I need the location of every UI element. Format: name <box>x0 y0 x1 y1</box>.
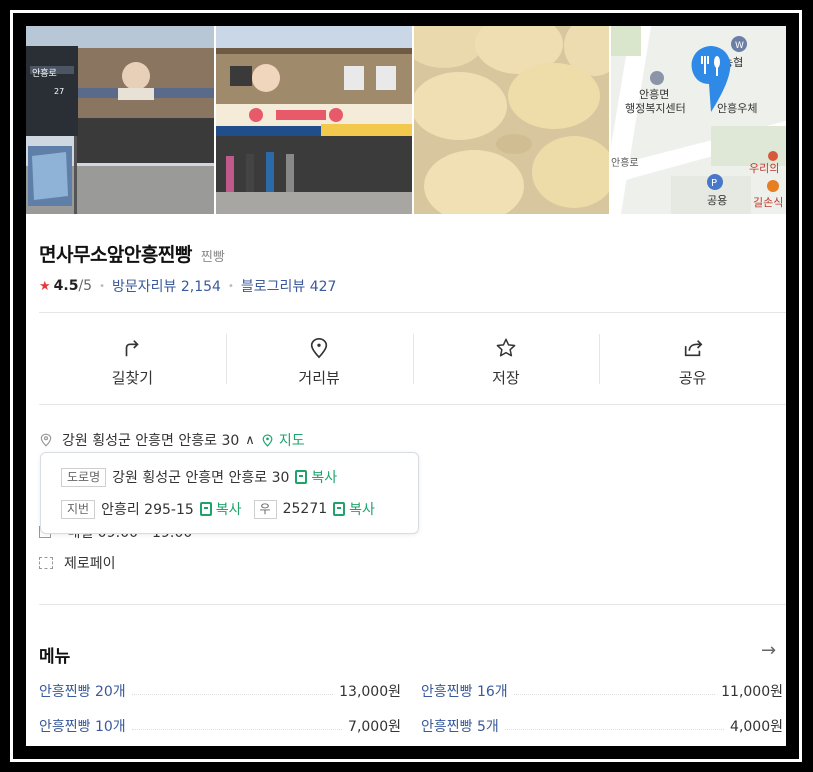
address-summary: 강원 횡성군 안흥면 안흥로 30 <box>62 433 240 449</box>
photo-map-thumbnail[interactable]: W 농협 안흥면 행정복지센터 안흥우체 안흥로 우리의 P 공용 길손식 <box>611 26 786 214</box>
map-label-office-1: 안흥면 <box>639 87 669 101</box>
lot-address-tag: 지번 <box>61 499 96 519</box>
copy-label: 복사 <box>215 502 242 518</box>
arrow-right-icon[interactable]: → <box>761 640 776 661</box>
photo-steamed-buns[interactable] <box>413 26 610 214</box>
sign-road-name: 안흥로 <box>32 67 57 79</box>
street-view-label: 거리뷰 <box>298 368 340 387</box>
menu-item-price: 13,000원 <box>339 684 401 700</box>
zeropay-row: 제로페이 <box>39 553 116 573</box>
photo-strip: 안흥로 27 W 농협 안흥면 행정복지센터 안흥우체 안흥로 우리의 P 공용… <box>26 26 786 214</box>
map-label-post: 안흥우체 <box>717 101 757 115</box>
copy-icon <box>333 502 346 516</box>
visitor-reviews-link[interactable]: 방문자리뷰 2,154 <box>112 276 221 296</box>
rating-score: 4.5 <box>53 278 79 294</box>
menu-item-price: 4,000원 <box>730 719 783 735</box>
zip-tag: 우 <box>253 499 277 519</box>
zeropay-icon <box>39 557 53 569</box>
map-parking-marker: P <box>711 178 717 189</box>
place-category: 찐빵 <box>200 250 225 265</box>
copy-road-address-button[interactable]: 복사 <box>295 467 337 487</box>
copy-lot-address-button[interactable]: 복사 <box>199 499 242 519</box>
menu-item-leader <box>513 693 716 695</box>
map-bank-marker: W <box>735 41 744 51</box>
rating-row: ★ 4.5 /5 • 방문자리뷰 2,154 • 블로그리뷰 427 <box>39 276 336 296</box>
separator-dot: • <box>227 280 234 292</box>
menu-item-leader <box>131 728 343 730</box>
lot-address: 안흥리 295-15 <box>101 502 194 518</box>
menu-item-price: 11,000원 <box>721 684 783 700</box>
share-button[interactable]: 공유 <box>599 326 786 398</box>
map-label-restaurant: 길손식 <box>753 196 783 209</box>
map-label-parking: 공용 <box>707 194 727 207</box>
street-view-button[interactable]: 거리뷰 <box>225 326 413 398</box>
road-address-tag: 도로명 <box>61 467 107 487</box>
menu-title: 메뉴 <box>39 647 71 667</box>
copy-label: 복사 <box>311 470 338 486</box>
separator-dot: • <box>99 280 105 292</box>
divider <box>39 604 786 605</box>
directions-button[interactable]: 길찾기 <box>39 326 226 398</box>
menu-item-leader <box>504 728 725 730</box>
menu-item-name: 안흥찐빵 16개 <box>421 684 508 700</box>
menu-item-price: 7,000원 <box>348 719 401 735</box>
copy-icon <box>295 470 308 484</box>
photo-storefront[interactable] <box>215 26 412 214</box>
menu-item[interactable]: 안흥찐빵 10개 7,000원 <box>39 716 401 736</box>
rating-max: /5 <box>78 278 93 294</box>
zip-code: 25271 <box>282 501 328 517</box>
road-address-row: 도로명 강원 횡성군 안흥면 안흥로 30 복사 <box>61 467 337 487</box>
place-card: 안흥로 27 W 농협 안흥면 행정복지센터 안흥우체 안흥로 우리의 P 공용… <box>26 26 786 746</box>
star-rating-icon: ★ <box>39 278 51 294</box>
menu-item[interactable]: 안흥찐빵 20개 13,000원 <box>39 681 401 701</box>
copy-zip-button[interactable]: 복사 <box>333 499 375 519</box>
save-button[interactable]: 저장 <box>412 326 600 398</box>
blog-reviews-link[interactable]: 블로그리뷰 427 <box>241 276 337 296</box>
lot-address-row: 지번 안흥리 295-15 복사 우 25271 복사 <box>61 499 375 519</box>
menu-item-name: 안흥찐빵 5개 <box>421 719 499 735</box>
map-link[interactable]: 지도 <box>279 430 305 450</box>
share-label: 공유 <box>678 368 707 387</box>
road-address: 강원 횡성군 안흥면 안흥로 30 <box>112 470 290 486</box>
map-pin-green-icon <box>262 433 273 447</box>
directions-label: 길찾기 <box>111 368 154 387</box>
place-title: 면사무소앞안흥찐빵 찐빵 <box>39 240 225 267</box>
save-label: 저장 <box>492 368 520 387</box>
zeropay-label: 제로페이 <box>64 556 116 572</box>
place-name: 면사무소앞안흥찐빵 <box>39 244 192 266</box>
copy-icon <box>199 502 212 516</box>
sign-number: 27 <box>54 87 64 96</box>
photo-street[interactable]: 안흥로 27 <box>26 26 214 214</box>
divider <box>39 404 786 405</box>
chevron-up-icon[interactable]: ∧ <box>245 433 255 448</box>
menu-item-leader <box>131 693 334 695</box>
address-row[interactable]: 강원 횡성군 안흥면 안흥로 30 ∧ 지도 <box>39 430 305 450</box>
share-icon <box>684 339 703 356</box>
directions-icon <box>126 339 140 356</box>
divider <box>39 312 786 313</box>
location-pin-icon <box>40 433 52 447</box>
menu-item[interactable]: 안흥찐빵 16개 11,000원 <box>421 681 783 701</box>
copy-label: 복사 <box>349 502 375 518</box>
street-view-icon <box>310 337 328 358</box>
map-label-office-2: 행정복지센터 <box>625 102 686 115</box>
address-detail-popup: 도로명 강원 횡성군 안흥면 안흥로 30 복사 지번 안흥리 295-15 복… <box>40 452 419 534</box>
screenshot-frame: 안흥로 27 W 농협 안흥면 행정복지센터 안흥우체 안흥로 우리의 P 공용… <box>0 0 813 772</box>
star-icon <box>496 338 516 356</box>
map-label-bank2: 우리의 <box>749 162 779 175</box>
action-bar: 길찾기 거리뷰 저장 공유 <box>39 326 786 398</box>
menu-item[interactable]: 안흥찐빵 5개 4,000원 <box>421 716 783 736</box>
menu-item-name: 안흥찐빵 20개 <box>39 684 126 700</box>
menu-item-name: 안흥찐빵 10개 <box>39 719 126 735</box>
map-label-road: 안흥로 <box>611 156 639 169</box>
